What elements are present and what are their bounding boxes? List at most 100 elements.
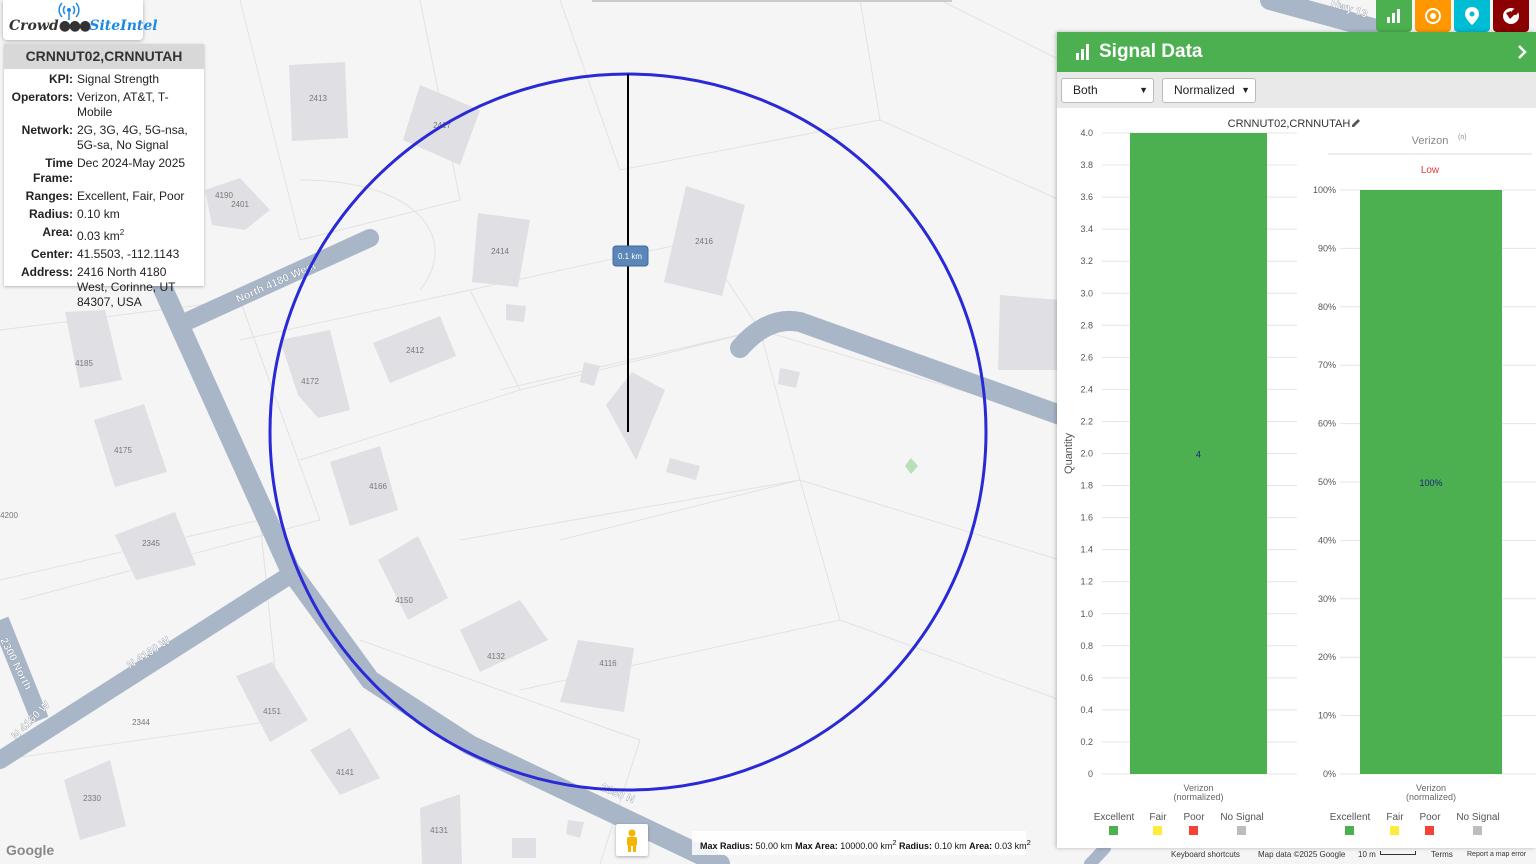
street-view-button[interactable] <box>616 824 648 856</box>
y-tick-label: 0.8 <box>1080 641 1093 651</box>
y-axis-label: Quantity <box>1063 433 1075 474</box>
mode-select[interactable]: Normalized ▼ <box>1162 78 1256 103</box>
y-tick-label: 3.2 <box>1080 256 1093 266</box>
y-tick-label: 0.6 <box>1080 673 1093 683</box>
svg-text:2344: 2344 <box>132 718 150 727</box>
y-tick-label: 2.2 <box>1080 416 1093 426</box>
location-target-button[interactable] <box>1415 0 1451 32</box>
svg-text:2413: 2413 <box>309 94 327 103</box>
info-value: 2G, 3G, 4G, 5G-nsa, 5G-sa, No Signal <box>77 123 188 152</box>
y-tick-label: 20% <box>1318 652 1336 662</box>
app-logo[interactable]: Crowd●●●SiteIntel <box>3 0 158 40</box>
edit-pencil-icon <box>1352 119 1360 127</box>
x-tick-label: (normalized) <box>1406 792 1456 802</box>
info-key: Ranges: <box>25 189 73 203</box>
info-value: 0.10 km <box>77 207 120 221</box>
chart-2-title: Verizon <box>1412 135 1449 147</box>
legend-swatch <box>1237 826 1246 835</box>
chevron-down-icon: ▼ <box>1139 85 1148 95</box>
y-tick-label: 3.0 <box>1080 288 1093 298</box>
info-value: Dec 2024-May 2025 <box>77 156 186 170</box>
panel-title: Signal Data <box>1099 41 1203 62</box>
info-row: Time Frame: Dec 2024-May 2025 <box>4 156 204 186</box>
scale-label: 10 m <box>1358 850 1376 859</box>
y-tick-label: 0.2 <box>1080 737 1093 747</box>
y-tick-label: 30% <box>1318 594 1336 604</box>
chevron-right-icon[interactable] <box>1516 44 1528 60</box>
y-tick-label: 0 <box>1088 769 1093 779</box>
legend-swatch <box>1473 826 1482 835</box>
x-tick-label: (normalized) <box>1173 792 1223 802</box>
keyboard-shortcuts-link[interactable]: Keyboard shortcuts <box>1171 849 1240 864</box>
legend-swatch <box>1109 826 1118 835</box>
info-value: 2416 North 4180 West, Corinne, UT 84307,… <box>77 265 176 309</box>
info-key: Center: <box>30 247 73 261</box>
radius-label: 0.1 km <box>618 252 642 261</box>
y-tick-label: 1.2 <box>1080 577 1093 587</box>
signal-chart: CRNNUT02,CRNNUTAH 0 0.2 0.4 0.6 0.8 1.0 1.2 1.4 1… <box>1063 118 1536 835</box>
svg-text:4200: 4200 <box>0 511 18 520</box>
map-data-credit: Map data ©2025 Google <box>1258 850 1346 859</box>
radius-limits-bar: Max Radius: 50.00 km Max Area: 10000.00 … <box>692 831 1031 855</box>
svg-text:4166: 4166 <box>369 482 387 491</box>
bar-chart-icon <box>1387 9 1400 23</box>
legend-swatch <box>1425 826 1434 835</box>
y-tick-label: 0% <box>1323 769 1336 779</box>
logo-text: Crowd●●●SiteIntel <box>9 18 158 34</box>
legend-label: Poor <box>1183 812 1205 823</box>
legend-swatch <box>1189 826 1198 835</box>
data-label: 4 <box>1196 450 1201 460</box>
info-value: 41.5503, -112.1143 <box>77 247 180 261</box>
y-tick-label: 50% <box>1318 477 1336 487</box>
signal-chart-button[interactable] <box>1376 0 1412 32</box>
y-tick-label: 1.6 <box>1080 513 1093 523</box>
operator-filter-select[interactable]: Both ▼ <box>1061 78 1154 103</box>
globe-pin-button[interactable] <box>1493 0 1529 32</box>
svg-text:4132: 4132 <box>487 652 505 661</box>
y-tick-label: 2.4 <box>1080 384 1093 394</box>
y-tick-label: 1.8 <box>1080 481 1093 491</box>
svg-text:4141: 4141 <box>336 768 354 777</box>
info-key: Time Frame: <box>32 156 73 185</box>
y-tick-label: 1.4 <box>1080 545 1093 555</box>
target-icon <box>1425 8 1441 24</box>
legend-label: Poor <box>1419 812 1441 823</box>
svg-text:2412: 2412 <box>406 346 424 355</box>
y-tick-label: 70% <box>1318 360 1336 370</box>
svg-text:2345: 2345 <box>142 539 160 548</box>
info-row: Center: 41.5503, -112.1143 <box>4 247 204 262</box>
svg-text:2416: 2416 <box>695 237 713 246</box>
legend-label: Excellent <box>1094 812 1135 823</box>
y-tick-label: 3.6 <box>1080 192 1093 202</box>
y-tick-label: 3.8 <box>1080 160 1093 170</box>
info-key: Address: <box>20 265 73 279</box>
info-row: Area: 0.03 km2 <box>4 225 204 244</box>
svg-text:4175: 4175 <box>114 446 132 455</box>
pegman-icon <box>627 829 637 852</box>
svg-text:2401: 2401 <box>231 200 249 209</box>
info-row: Ranges: Excellent, Fair, Poor <box>4 189 204 204</box>
y-tick-label: 40% <box>1318 535 1336 545</box>
legend-label: Excellent <box>1330 812 1371 823</box>
legend-swatch <box>1390 826 1399 835</box>
panel-header: Signal Data <box>1057 32 1536 72</box>
legend-swatch <box>1153 826 1162 835</box>
legend-label: Fair <box>1386 812 1404 823</box>
terms-link[interactable]: Terms <box>1431 849 1453 864</box>
map-pin-button[interactable] <box>1454 0 1490 32</box>
svg-text:4185: 4185 <box>75 359 93 368</box>
y-tick-label: 2.8 <box>1080 320 1093 330</box>
svg-text:4131: 4131 <box>430 826 448 835</box>
info-key: Operators: <box>11 90 73 104</box>
y-tick-label: 80% <box>1318 302 1336 312</box>
area-info-card: CRNNUT02,CRNNUTAH KPI: Signal Strength Ope… <box>4 44 204 309</box>
y-tick-label: 2.6 <box>1080 352 1093 362</box>
chevron-down-icon: ▼ <box>1241 85 1250 95</box>
svg-text:2414: 2414 <box>491 247 509 256</box>
info-key: KPI: <box>49 72 73 86</box>
legend-label: Fair <box>1149 812 1167 823</box>
svg-text:4151: 4151 <box>263 707 281 716</box>
report-error-link[interactable]: Report a map error <box>1467 849 1526 864</box>
y-tick-label: 2.0 <box>1080 449 1093 459</box>
svg-text:4172: 4172 <box>301 377 319 386</box>
